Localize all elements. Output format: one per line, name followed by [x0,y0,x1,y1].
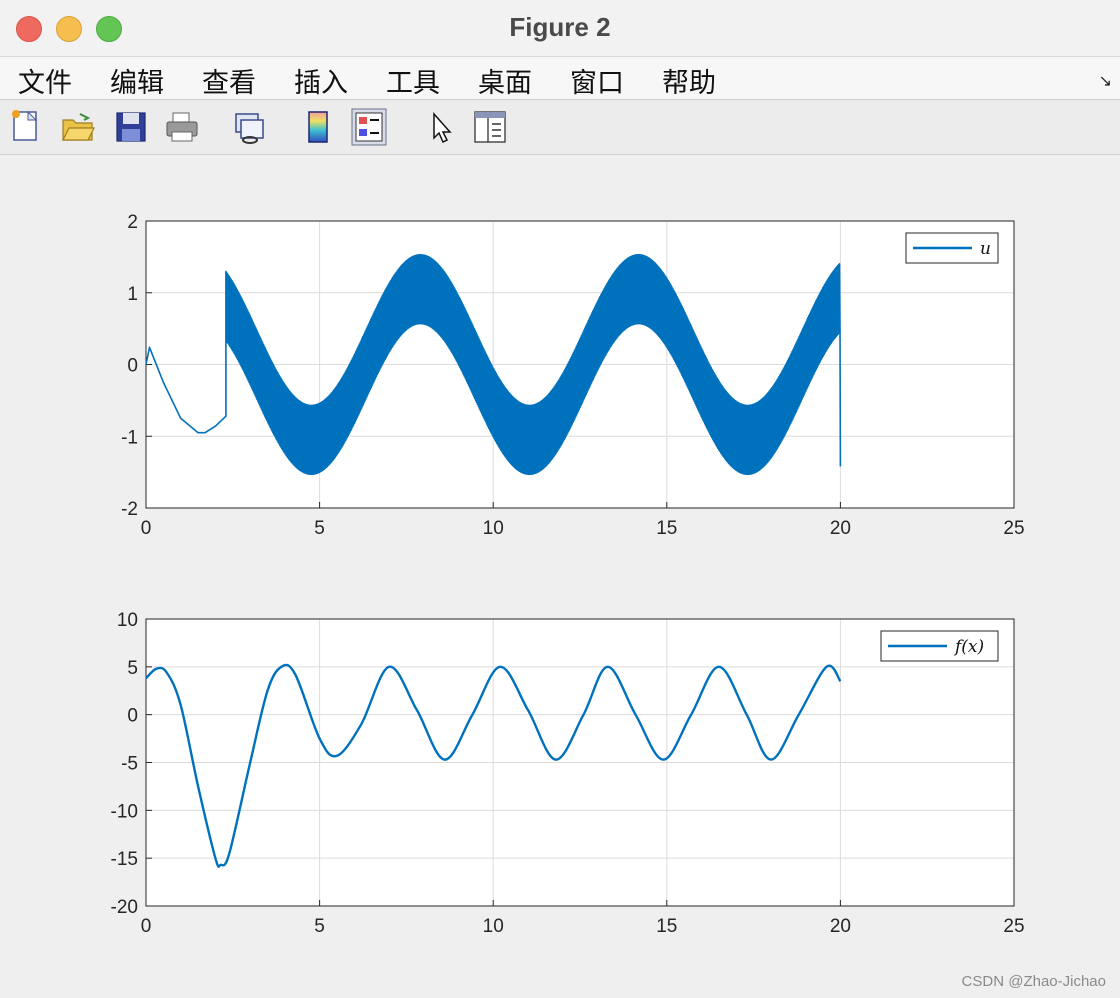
x-tick-label: 20 [830,518,851,539]
x-tick-label: 15 [656,518,677,539]
figure-canvas: 0 5 10 15 20 25210-1-2u 0 5 10 15 20 251050-5-10-1… [111,212,1025,937]
y-tick-label: 5 [127,658,138,679]
y-tick-label: 10 [117,610,138,631]
legend-entry-label: u [980,239,991,259]
x-tick-label: 5 [314,518,325,539]
x-tick-label: 15 [656,916,677,937]
y-tick-label: 0 [127,356,138,377]
x-tick-label: 20 [830,916,851,937]
y-tick-label: -1 [121,427,138,448]
y-tick-label: -10 [111,801,138,822]
x-tick-label: 25 [1003,518,1024,539]
y-tick-label: -15 [111,849,138,870]
x-tick-label: 0 [141,518,152,539]
x-tick-label: 10 [483,518,504,539]
watermark: CSDN @Zhao-Jichao [961,973,1106,990]
y-tick-label: -5 [121,754,138,775]
y-tick-label: 0 [127,706,138,727]
axes-fx[interactable]: 0 5 10 15 20 25 10 5 0 -5 -10 -15 -20 f(x) [111,610,1025,937]
legend-entry-label: f(x) [953,637,984,657]
y-tick-label: 1 [127,284,138,305]
x-tick-label: 10 [483,916,504,937]
y-tick-label: -2 [121,499,138,520]
axes-u[interactable]: 0 5 10 15 20 25210-1-2u [121,212,1024,539]
x-tick-label: 0 [141,916,152,937]
y-tick-label: -20 [111,897,138,918]
y-tick-label: 2 [127,212,138,233]
x-tick-label: 5 [314,916,325,937]
x-tick-label: 25 [1003,916,1024,937]
